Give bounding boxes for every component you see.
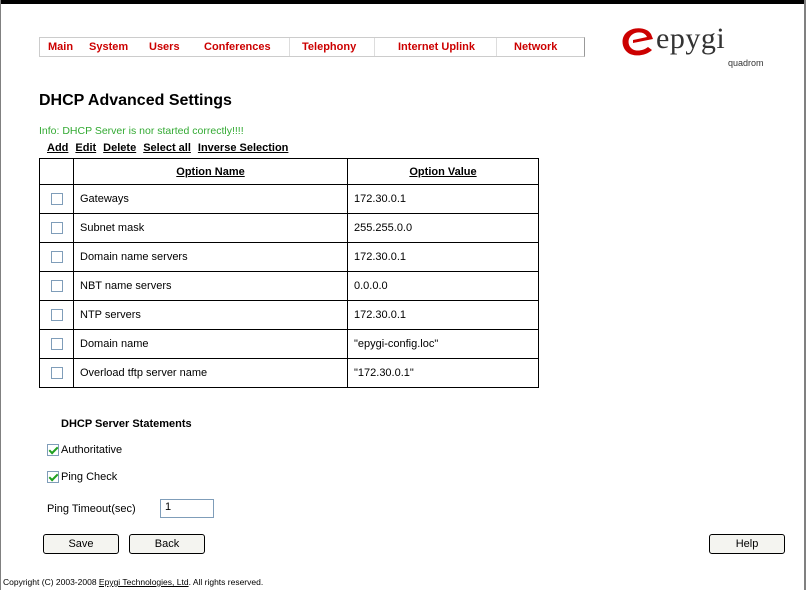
delete-link[interactable]: Delete bbox=[103, 142, 136, 154]
menu-system[interactable]: System bbox=[89, 41, 128, 53]
table-row[interactable]: NBT name servers 0.0.0.0 bbox=[39, 271, 539, 301]
logo-subtitle: quadrom bbox=[728, 58, 764, 68]
epygi-logo: epygi quadrom bbox=[621, 22, 771, 74]
option-name-cell: NBT name servers bbox=[73, 271, 348, 301]
option-value-cell: 0.0.0.0 bbox=[347, 271, 539, 301]
option-value-cell: "172.30.0.1" bbox=[347, 358, 539, 388]
option-value-cell: 172.30.0.1 bbox=[347, 242, 539, 272]
option-value-header[interactable]: Option Value bbox=[347, 158, 539, 185]
option-value-cell: 172.30.0.1 bbox=[347, 184, 539, 214]
option-value-cell: "epygi-config.loc" bbox=[347, 329, 539, 359]
ping-timeout-label: Ping Timeout(sec) bbox=[47, 503, 136, 515]
table-row[interactable]: Subnet mask 255.255.0.0 bbox=[39, 213, 539, 243]
page-title: DHCP Advanced Settings bbox=[39, 92, 232, 109]
statements-title: DHCP Server Statements bbox=[61, 418, 192, 430]
row-checkbox[interactable] bbox=[50, 280, 63, 293]
table-row[interactable]: Overload tftp server name "172.30.0.1" bbox=[39, 358, 539, 388]
option-name-cell: NTP servers bbox=[73, 300, 348, 330]
menu-main[interactable]: Main bbox=[48, 41, 73, 53]
menu-telephony[interactable]: Telephony bbox=[302, 41, 356, 53]
menu-separator bbox=[289, 38, 290, 56]
copyright-footer: Copyright (C) 2003-2008 Epygi Technologi… bbox=[3, 577, 263, 587]
info-message: Info: DHCP Server is nor started correct… bbox=[39, 125, 244, 137]
table-header-row: Option Name Option Value bbox=[39, 158, 539, 185]
row-checkbox[interactable] bbox=[50, 193, 63, 206]
copyright-suffix: . All rights reserved. bbox=[188, 577, 264, 587]
table-row[interactable]: NTP servers 172.30.0.1 bbox=[39, 300, 539, 330]
ping-timeout-input[interactable]: 1 bbox=[160, 499, 214, 518]
option-name-cell: Gateways bbox=[73, 184, 348, 214]
row-checkbox[interactable] bbox=[50, 222, 63, 235]
option-name-cell: Overload tftp server name bbox=[73, 358, 348, 388]
option-value-cell: 172.30.0.1 bbox=[347, 300, 539, 330]
window-top-border bbox=[0, 0, 806, 4]
top-menu: Main System Users Conferences Telephony … bbox=[39, 37, 585, 57]
option-name-cell: Domain name servers bbox=[73, 242, 348, 272]
window-left-border bbox=[0, 0, 1, 590]
authoritative-option: Authoritative bbox=[47, 444, 123, 457]
option-name-header[interactable]: Option Name bbox=[73, 158, 348, 185]
menu-separator bbox=[374, 38, 375, 56]
epygi-link[interactable]: Epygi Technologies, Ltd bbox=[99, 577, 189, 587]
copyright-prefix: Copyright (C) 2003-2008 bbox=[3, 577, 99, 587]
help-button[interactable]: Help bbox=[709, 534, 785, 554]
table-row[interactable]: Domain name servers 172.30.0.1 bbox=[39, 242, 539, 272]
ping-check-label: Ping Check bbox=[61, 471, 118, 483]
options-table: Option Name Option Value Gateways 172.30… bbox=[39, 158, 539, 388]
row-checkbox[interactable] bbox=[50, 251, 63, 264]
add-link[interactable]: Add bbox=[47, 142, 68, 154]
table-row[interactable]: Gateways 172.30.0.1 bbox=[39, 184, 539, 214]
menu-users[interactable]: Users bbox=[149, 41, 180, 53]
ping-check-option: Ping Check bbox=[47, 471, 118, 484]
row-checkbox[interactable] bbox=[50, 338, 63, 351]
authoritative-label: Authoritative bbox=[61, 444, 123, 456]
table-actions: Add Edit Delete Select all Inverse Selection bbox=[47, 142, 295, 154]
menu-conferences[interactable]: Conferences bbox=[204, 41, 271, 53]
save-button[interactable]: Save bbox=[43, 534, 119, 554]
table-row[interactable]: Domain name "epygi-config.loc" bbox=[39, 329, 539, 359]
edit-link[interactable]: Edit bbox=[75, 142, 96, 154]
row-checkbox[interactable] bbox=[50, 367, 63, 380]
option-name-cell: Subnet mask bbox=[73, 213, 348, 243]
option-name-cell: Domain name bbox=[73, 329, 348, 359]
row-checkbox[interactable] bbox=[50, 309, 63, 322]
epygi-logo-icon bbox=[622, 28, 653, 56]
select-all-link[interactable]: Select all bbox=[143, 142, 191, 154]
menu-internet-uplink[interactable]: Internet Uplink bbox=[398, 41, 475, 53]
menu-network[interactable]: Network bbox=[514, 41, 557, 53]
menu-separator bbox=[496, 38, 497, 56]
select-column-header bbox=[39, 158, 74, 185]
authoritative-checkbox[interactable] bbox=[47, 444, 59, 457]
option-value-cell: 255.255.0.0 bbox=[347, 213, 539, 243]
back-button[interactable]: Back bbox=[129, 534, 205, 554]
logo-wordmark: epygi bbox=[656, 22, 726, 55]
ping-check-checkbox[interactable] bbox=[47, 471, 59, 484]
inverse-selection-link[interactable]: Inverse Selection bbox=[198, 142, 289, 154]
